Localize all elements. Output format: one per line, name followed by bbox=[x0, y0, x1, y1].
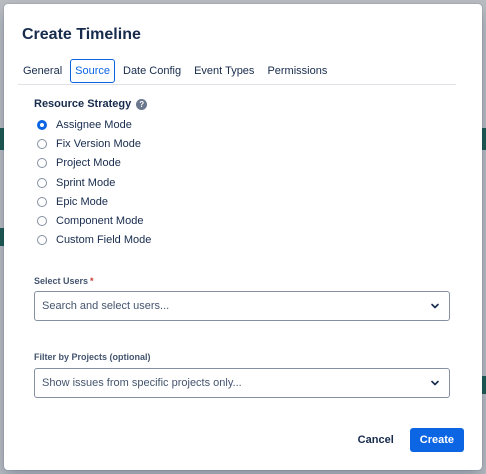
tab-bar: General Source Date Config Event Types P… bbox=[18, 58, 456, 85]
radio-option-project-mode[interactable]: Project Mode bbox=[37, 154, 151, 173]
tab-general[interactable]: General bbox=[18, 59, 67, 83]
select-users-placeholder: Search and select users... bbox=[42, 300, 170, 312]
radio-option-assignee-mode[interactable]: Assignee Mode bbox=[37, 115, 151, 134]
create-button[interactable]: Create bbox=[409, 428, 464, 452]
dialog-title: Create Timeline bbox=[22, 26, 141, 43]
select-users-dropdown[interactable]: Search and select users... bbox=[34, 291, 450, 321]
resource-strategy-label-text: Resource Strategy bbox=[34, 98, 132, 110]
tab-date-config[interactable]: Date Config bbox=[118, 59, 186, 83]
radio-option-component-mode[interactable]: Component Mode bbox=[37, 211, 151, 230]
cancel-button[interactable]: Cancel bbox=[348, 428, 404, 452]
radio-label: Epic Mode bbox=[56, 195, 108, 208]
filter-projects-label: Filter by Projects (optional) bbox=[34, 352, 151, 362]
radio-option-epic-mode[interactable]: Epic Mode bbox=[37, 192, 151, 211]
radio-button[interactable] bbox=[37, 235, 47, 246]
tab-event-types[interactable]: Event Types bbox=[189, 59, 259, 83]
resource-strategy-radio-group: Assignee Mode Fix Version Mode Project M… bbox=[37, 115, 151, 250]
radio-option-custom-field-mode[interactable]: Custom Field Mode bbox=[37, 231, 151, 250]
question-circle-icon[interactable]: ? bbox=[136, 98, 148, 110]
radio-label: Assignee Mode bbox=[56, 118, 132, 131]
radio-option-fix-version-mode[interactable]: Fix Version Mode bbox=[37, 134, 151, 153]
chevron-down-icon bbox=[431, 380, 439, 386]
select-users-label: Select Users * bbox=[34, 276, 94, 286]
radio-button[interactable] bbox=[37, 158, 47, 169]
tab-permissions[interactable]: Permissions bbox=[262, 59, 332, 83]
select-users-label-text: Select Users bbox=[34, 276, 89, 286]
radio-button[interactable] bbox=[37, 138, 47, 149]
radio-label: Component Mode bbox=[56, 215, 144, 228]
radio-label: Custom Field Mode bbox=[56, 234, 152, 247]
background-app-strip bbox=[482, 376, 486, 394]
radio-label: Fix Version Mode bbox=[56, 137, 141, 150]
background-app-strip bbox=[482, 128, 486, 150]
radio-button[interactable] bbox=[37, 177, 47, 188]
resource-strategy-label: Resource Strategy ? bbox=[34, 98, 148, 110]
radio-button[interactable] bbox=[37, 196, 47, 207]
filter-projects-dropdown[interactable]: Show issues from specific projects only.… bbox=[34, 368, 450, 398]
create-timeline-dialog: Create Timeline General Source Date Conf… bbox=[4, 4, 482, 470]
radio-button[interactable] bbox=[37, 216, 47, 227]
required-marker: * bbox=[90, 276, 94, 286]
filter-projects-placeholder: Show issues from specific projects only.… bbox=[42, 377, 242, 389]
tab-source[interactable]: Source bbox=[70, 59, 115, 83]
radio-label: Sprint Mode bbox=[56, 176, 116, 189]
radio-label: Project Mode bbox=[56, 157, 121, 170]
chevron-down-icon bbox=[431, 303, 439, 309]
radio-button-checked[interactable] bbox=[37, 119, 47, 130]
dialog-footer: Cancel Create bbox=[348, 428, 464, 452]
radio-option-sprint-mode[interactable]: Sprint Mode bbox=[37, 173, 151, 192]
